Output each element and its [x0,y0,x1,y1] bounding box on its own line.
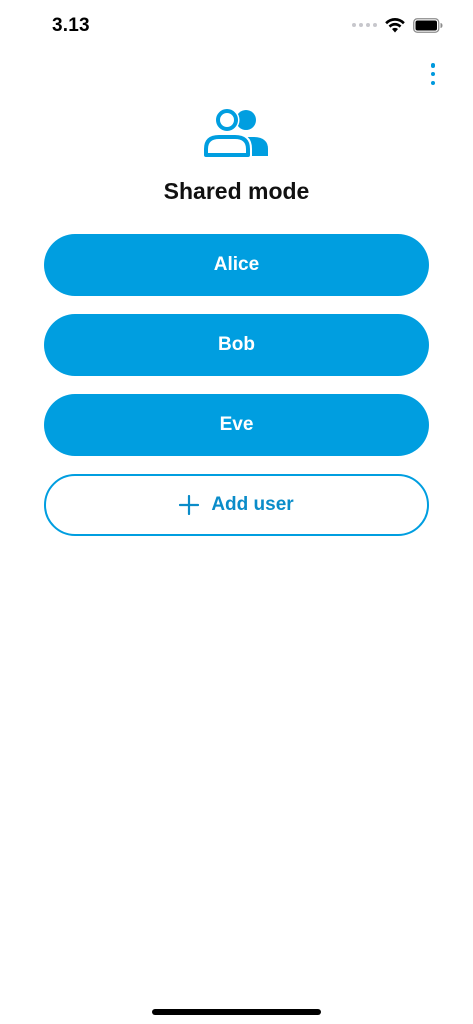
user-button-alice[interactable]: Alice [44,234,429,296]
add-user-button[interactable]: Add user [44,474,429,536]
battery-icon [413,17,443,33]
page-title: Shared mode [163,178,310,204]
signal-dots-icon [352,23,377,27]
kebab-menu-icon[interactable] [423,63,443,85]
status-bar: 3.13 [0,0,473,56]
users-icon [203,107,268,159]
status-time: 3.13 [52,15,90,36]
user-button-eve[interactable]: Eve [44,394,429,456]
add-user-label: Add user [211,494,294,515]
user-button-bob[interactable]: Bob [44,314,429,376]
user-list: Alice Bob Eve Add user [44,234,429,536]
plus-icon [179,495,200,515]
wifi-icon [385,18,405,33]
status-icons [352,17,443,33]
home-indicator[interactable] [152,1009,321,1015]
shared-mode-screen: 3.13 Shared mode Alice Bob Eve Add user [0,0,473,1024]
